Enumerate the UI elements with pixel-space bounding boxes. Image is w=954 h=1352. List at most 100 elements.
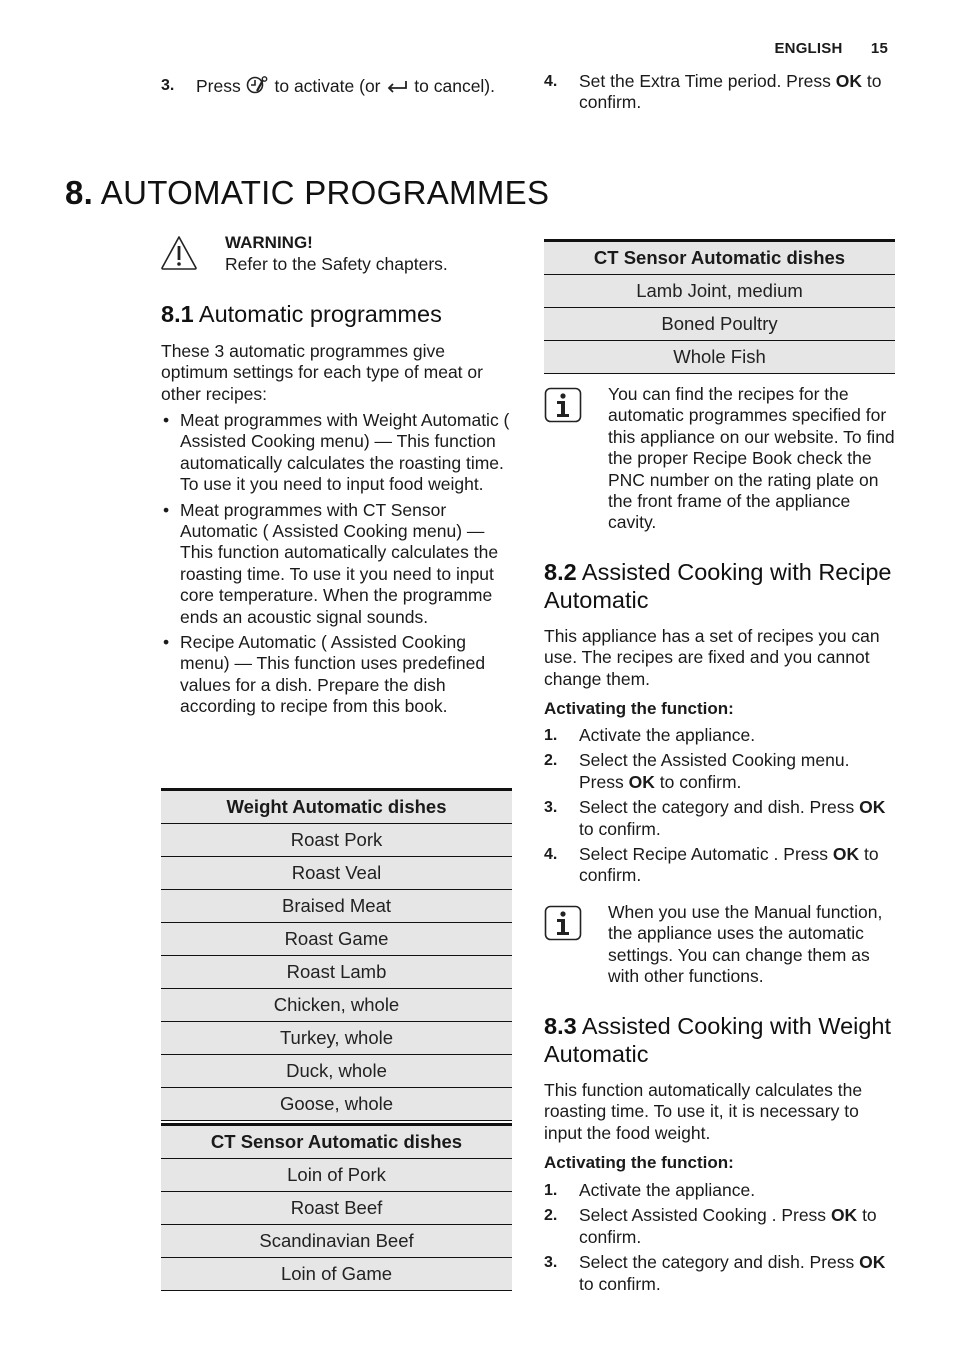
step-text-after: to confirm. xyxy=(579,1273,661,1294)
step-text: Set the Extra Time period. Press OK to c… xyxy=(579,71,894,114)
table-row: Duck, whole xyxy=(161,1054,512,1088)
return-arrow-icon xyxy=(388,81,408,93)
table-row: Boned Poultry xyxy=(544,307,895,341)
step-text: Select the category and dish. Press OK t… xyxy=(579,1252,896,1295)
list-item: Meat programmes with Weight Automatic ( … xyxy=(161,410,513,496)
table-row: Goose, whole xyxy=(161,1087,512,1121)
table-header: CT Sensor Automatic dishes xyxy=(544,239,895,275)
step-text: Select the Assisted Cooking menu. Press … xyxy=(579,750,896,793)
top-step-3: 3. Press to activate (or to cancel). xyxy=(161,75,521,97)
step-item: 1. Activate the appliance. xyxy=(544,725,896,746)
step-text-main: Select Recipe Automatic . Press xyxy=(579,844,828,865)
table-row: Roast Lamb xyxy=(161,955,512,989)
step-number: 2. xyxy=(544,752,558,770)
section-number: 8.2 xyxy=(544,559,577,585)
step-text-main: Select the category and dish. Press xyxy=(579,797,855,818)
ok-keyword: OK xyxy=(830,1205,858,1226)
step-number: 3. xyxy=(544,1254,558,1272)
step-item: 3. Select the category and dish. Press O… xyxy=(544,797,896,840)
section-8-2-intro: This appliance has a set of recipes you … xyxy=(544,626,880,689)
warning-text: Refer to the Safety chapters. xyxy=(225,254,448,274)
step-number: 2. xyxy=(544,1207,558,1225)
ok-keyword: OK xyxy=(835,71,863,91)
table-row: Whole Fish xyxy=(544,340,895,374)
step-text-mid: to activate (or xyxy=(274,76,381,96)
step-text: Press to activate (or to cancel). xyxy=(196,75,521,97)
info-icon xyxy=(544,905,582,941)
chapter-title-text: AUTOMATIC PROGRAMMES xyxy=(100,174,550,211)
section-number: 8.3 xyxy=(544,1013,577,1039)
step-item: 2. Select the Assisted Cooking menu. Pre… xyxy=(544,750,896,793)
step-text-after: to confirm. xyxy=(659,771,742,792)
section-number: 8.1 xyxy=(161,301,194,327)
ct-sensor-table-right: CT Sensor Automatic dishes Lamb Joint, m… xyxy=(544,239,895,374)
top-step-4: 4. Set the Extra Time period. Press OK t… xyxy=(544,71,894,114)
step-text: Activate the appliance. xyxy=(579,725,756,745)
table-row: Roast Veal xyxy=(161,856,512,890)
list-item: Recipe Automatic ( Assisted Cooking menu… xyxy=(161,632,513,718)
section-8-1-intro: These 3 automatic programmes give optimu… xyxy=(161,341,483,404)
info-icon xyxy=(544,387,582,423)
clock-key-icon xyxy=(246,76,268,94)
weight-automatic-table: Weight Automatic dishes Roast Pork Roast… xyxy=(161,788,512,1121)
automatic-programmes-list: Meat programmes with Weight Automatic ( … xyxy=(161,410,513,722)
warning-box: WARNING! Refer to the Safety chapters. xyxy=(160,233,520,283)
step-text: Select Recipe Automatic . Press OK to co… xyxy=(579,844,896,887)
step-number: 4. xyxy=(544,846,558,864)
table-row: Loin of Pork xyxy=(161,1158,512,1192)
step-text: Activate the appliance. xyxy=(579,1180,756,1200)
step-text-line1: Set the Extra Time period. Press xyxy=(579,71,831,91)
step-text: Select Assisted Cooking . Press OK to co… xyxy=(579,1205,896,1248)
step-number: 3. xyxy=(544,799,558,817)
ok-keyword: OK xyxy=(859,1252,886,1273)
info-text: You can find the recipes for the automat… xyxy=(608,384,895,533)
step-text: Select the category and dish. Press OK t… xyxy=(579,797,896,840)
step-text-main: Select the category and dish. Press xyxy=(579,1252,855,1273)
section-8-3-steps: 1. Activate the appliance. 2. Select Ass… xyxy=(544,1180,896,1295)
step-text-post: to cancel). xyxy=(414,76,495,96)
section-title: Assisted Cooking with Weight Automatic xyxy=(544,1013,892,1067)
step-item: 3. Select the category and dish. Press O… xyxy=(544,1252,896,1295)
table-header: Weight Automatic dishes xyxy=(161,788,512,824)
table-row: Roast Game xyxy=(161,922,512,956)
page-number: 15 xyxy=(870,40,888,57)
section-8-3-intro: This function automatically calculates t… xyxy=(544,1080,863,1143)
table-row: Roast Pork xyxy=(161,823,512,857)
ct-sensor-table-left: CT Sensor Automatic dishes Loin of Pork … xyxy=(161,1123,512,1291)
table-header: CT Sensor Automatic dishes xyxy=(161,1123,512,1159)
info-text: When you use the Manual function, the ap… xyxy=(608,902,883,987)
step-number: 4. xyxy=(544,73,558,90)
table-row: Lamb Joint, medium xyxy=(544,274,895,308)
ok-keyword: OK xyxy=(628,771,655,792)
ok-keyword: OK xyxy=(832,844,860,865)
step-number: 1. xyxy=(544,727,558,744)
step-text-main: Select Assisted Cooking . Press xyxy=(579,1205,827,1226)
section-8-2-heading: 8.2 Assisted Cooking with Recipe Automat… xyxy=(544,558,896,614)
section-8-1-heading: 8.1 Automatic programmes xyxy=(161,300,521,328)
table-row: Braised Meat xyxy=(161,889,512,923)
chapter-title: 8. AUTOMATIC PROGRAMMES xyxy=(65,174,549,212)
section-title: Assisted Cooking with Recipe Automatic xyxy=(544,559,892,613)
ok-keyword: OK xyxy=(859,797,886,818)
activating-subheading: Activating the function: xyxy=(544,699,734,718)
chapter-number: 8. xyxy=(65,174,94,211)
activating-subheading: Activating the function: xyxy=(544,1153,734,1172)
section-title: Automatic programmes xyxy=(198,301,442,327)
section-8-2-steps: 1. Activate the appliance. 2. Select the… xyxy=(544,725,896,887)
section-8-3-heading: 8.3 Assisted Cooking with Weight Automat… xyxy=(544,1012,896,1068)
page-header: ENGLISH 15 xyxy=(774,40,888,57)
step-text-pre: Press xyxy=(196,76,241,96)
step-item: 1. Activate the appliance. xyxy=(544,1180,896,1201)
step-item: 2. Select Assisted Cooking . Press OK to… xyxy=(544,1205,896,1248)
list-item: Meat programmes with CT Sensor Automatic… xyxy=(161,500,513,628)
warning-triangle-icon xyxy=(161,236,197,270)
table-row: Chicken, whole xyxy=(161,988,512,1022)
language-label: ENGLISH xyxy=(774,40,843,57)
table-row: Scandinavian Beef xyxy=(161,1224,512,1258)
step-number: 1. xyxy=(544,1182,558,1199)
table-row: Loin of Game xyxy=(161,1257,512,1291)
warning-title: WARNING! xyxy=(225,233,313,252)
step-item: 4. Select Recipe Automatic . Press OK to… xyxy=(544,844,896,887)
step-text-after: to confirm. xyxy=(579,818,661,839)
table-row: Roast Beef xyxy=(161,1191,512,1225)
